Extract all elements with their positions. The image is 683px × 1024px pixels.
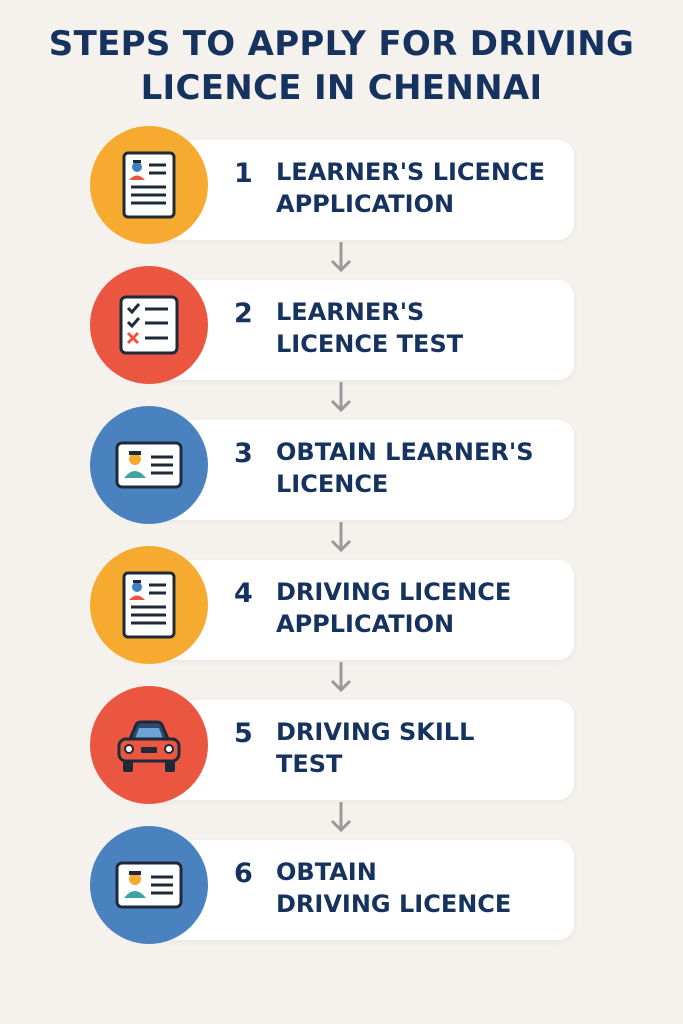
step-icon-circle: [90, 266, 208, 384]
step-label: DRIVING LICENCE APPLICATION: [276, 578, 512, 638]
step-icon-circle: [90, 686, 208, 804]
application-form-icon: [122, 151, 176, 219]
step-label: OBTAIN DRIVING LICENCE: [276, 858, 512, 918]
step-2: 2 LEARNER'S LICENCE TEST: [88, 266, 578, 386]
title-line-2: LICENCE IN CHENNAI: [140, 68, 543, 108]
step-number: 6: [234, 858, 253, 889]
step-4: 4 DRIVING LICENCE APPLICATION: [88, 546, 578, 666]
step-label: DRIVING SKILL TEST: [276, 718, 475, 778]
test-checklist-icon: [119, 295, 179, 355]
page-title: STEPS TO APPLY FOR DRIVING LICENCE IN CH…: [0, 22, 683, 110]
step-icon-circle: [90, 126, 208, 244]
step-label: LEARNER'S LICENCE TEST: [276, 298, 464, 358]
step-5: 5 DRIVING SKILL TEST: [88, 686, 578, 806]
step-3: 3 OBTAIN LEARNER'S LICENCE: [88, 406, 578, 526]
step-number: 4: [234, 578, 253, 609]
car-icon: [117, 720, 181, 772]
step-number: 1: [234, 158, 253, 189]
step-icon-circle: [90, 546, 208, 664]
step-icon-circle: [90, 826, 208, 944]
step-number: 5: [234, 718, 253, 749]
step-number: 2: [234, 298, 253, 329]
application-form-icon: [122, 571, 176, 639]
step-6: 6 OBTAIN DRIVING LICENCE: [88, 826, 578, 946]
step-number: 3: [234, 438, 253, 469]
step-label: OBTAIN LEARNER'S LICENCE: [276, 438, 534, 498]
title-line-1: STEPS TO APPLY FOR DRIVING: [48, 24, 635, 64]
step-icon-circle: [90, 406, 208, 524]
id-card-icon: [115, 861, 183, 909]
id-card-icon: [115, 441, 183, 489]
step-label: LEARNER'S LICENCE APPLICATION: [276, 158, 546, 218]
step-1: 1 LEARNER'S LICENCE APPLICATION: [88, 126, 578, 246]
